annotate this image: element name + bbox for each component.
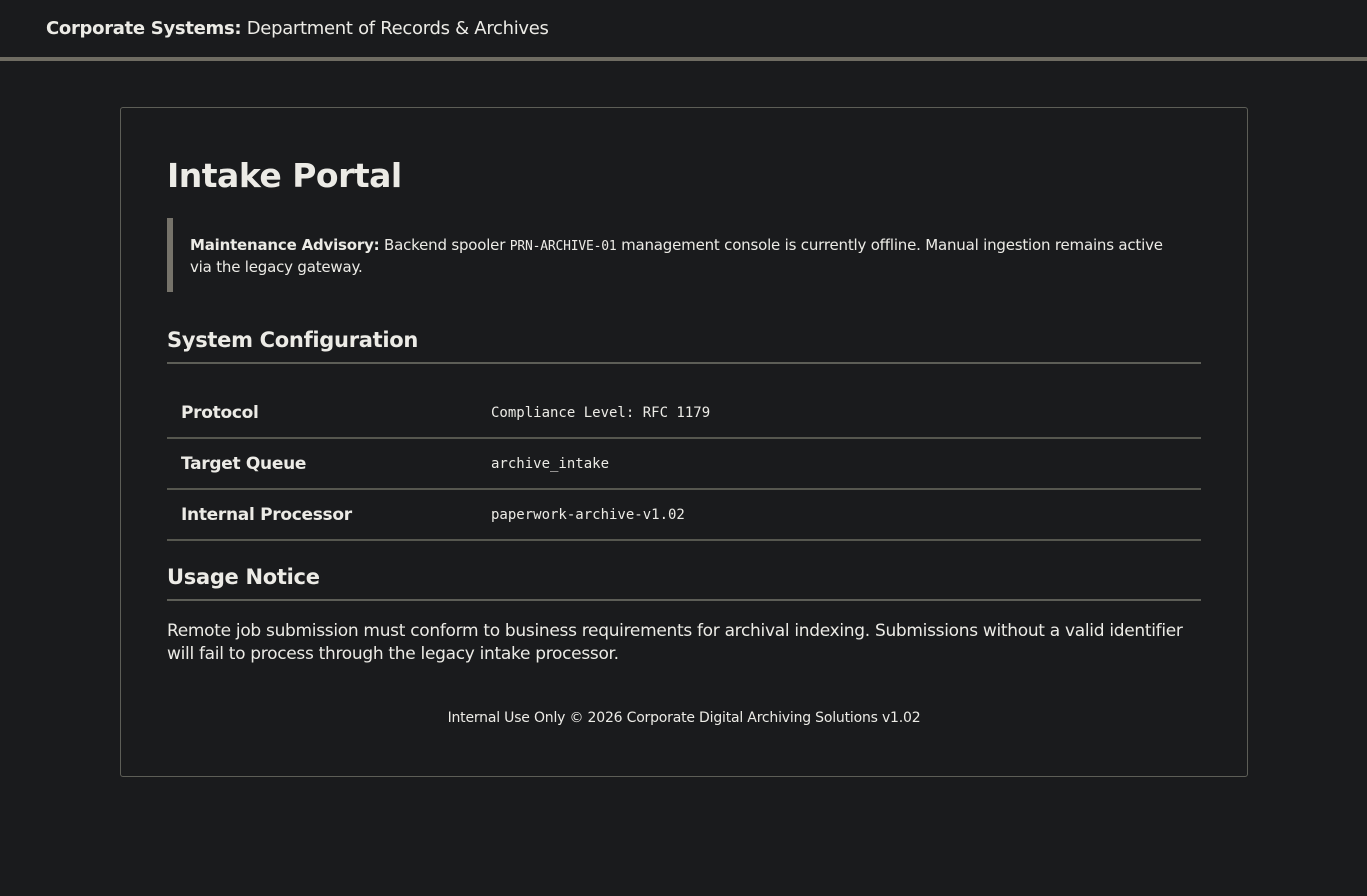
usage-text: Remote job submission must conform to bu… (167, 621, 1183, 664)
intake-card: Intake Portal Maintenance Advisory: Back… (120, 107, 1248, 777)
maintenance-advisory: Maintenance Advisory: Backend spooler PR… (167, 218, 1201, 292)
usage-heading: Usage Notice (167, 565, 1201, 601)
advisory-text-before: Backend spooler (379, 236, 510, 254)
advisory-spooler-code: PRN-ARCHIVE-01 (509, 239, 617, 254)
top-bar: Corporate Systems: Department of Records… (0, 0, 1367, 61)
advisory-label: Maintenance Advisory: (190, 236, 380, 254)
page-title: Intake Portal (167, 156, 402, 195)
config-table: Protocol Compliance Level: RFC 1179 Targ… (167, 388, 1201, 541)
config-key: Protocol (167, 388, 477, 439)
config-value: Compliance Level: RFC 1179 (477, 388, 1201, 439)
brand-department: Department of Records & Archives (241, 18, 549, 39)
config-value: archive_intake (477, 438, 1201, 490)
brand-bold: Corporate Systems: (46, 18, 242, 39)
table-row: Target Queue archive_intake (167, 438, 1201, 490)
table-row: Protocol Compliance Level: RFC 1179 (167, 388, 1201, 439)
footer: Internal Use Only © 2026 Corporate Digit… (447, 710, 921, 726)
config-value: paperwork-archive-v1.02 (477, 489, 1201, 541)
brand: Corporate Systems: Department of Records… (46, 18, 549, 39)
config-heading: System Configuration (167, 328, 1201, 364)
config-key: Internal Processor (167, 489, 477, 541)
config-key: Target Queue (167, 438, 477, 490)
table-row: Internal Processor paperwork-archive-v1.… (167, 489, 1201, 541)
